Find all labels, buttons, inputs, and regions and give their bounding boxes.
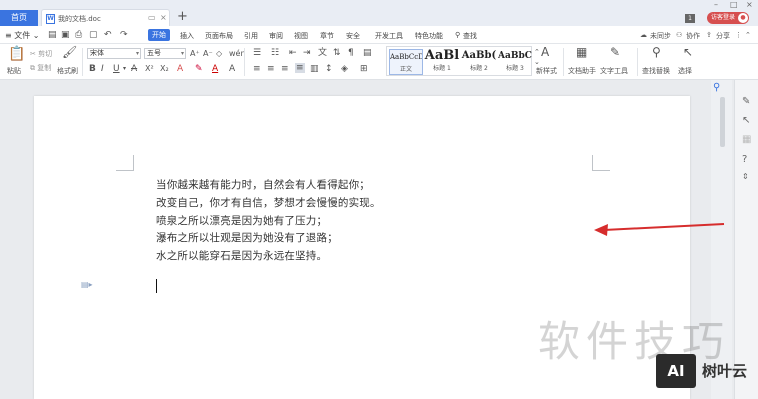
watermark-brand: 树叶云 — [702, 362, 748, 380]
arrow-head — [594, 224, 608, 236]
watermark-logo: AI — [656, 354, 696, 388]
arrow-shaft — [603, 223, 725, 231]
